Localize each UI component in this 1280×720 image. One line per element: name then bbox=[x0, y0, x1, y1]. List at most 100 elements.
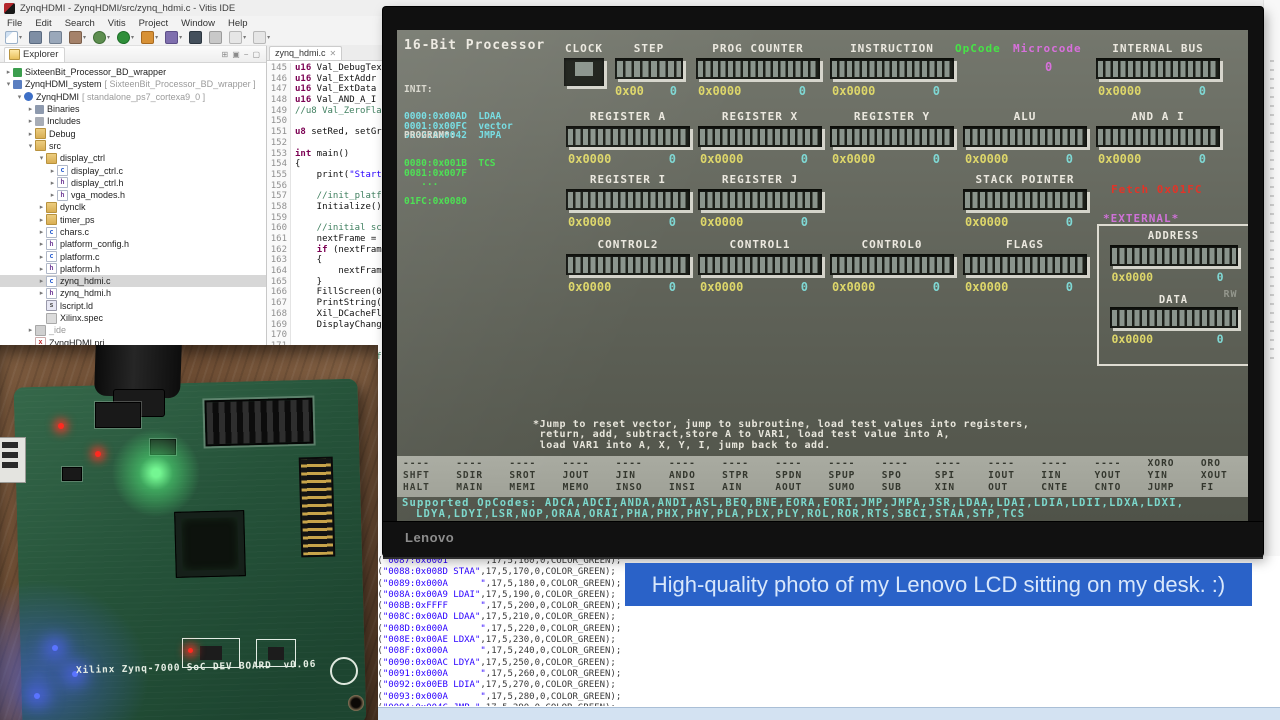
led-segments bbox=[1112, 248, 1236, 264]
supported-opcodes: Supported OpCodes: ADCA,ADCI,ANDA,ANDI,A… bbox=[402, 498, 1248, 520]
signal-label: JOUT bbox=[563, 470, 610, 482]
tree-item-platform-config-h[interactable]: ▸hplatform_config.h bbox=[0, 238, 266, 250]
toolbar-new-file-button[interactable]: ▾ bbox=[5, 31, 22, 44]
tree-item-ide[interactable]: ▸_ide bbox=[0, 324, 266, 336]
led-bar bbox=[830, 254, 954, 275]
tree-item-zynq-hdmi-c[interactable]: ▸czynq_hdmi.c bbox=[0, 275, 266, 287]
red-led bbox=[188, 648, 193, 653]
hex-value: 0x0000 bbox=[568, 215, 611, 229]
forward-icon bbox=[253, 31, 266, 44]
zynq-soc-chip bbox=[174, 510, 246, 578]
lenovo-logo: Lenovo bbox=[405, 530, 454, 545]
clock-led bbox=[575, 62, 593, 76]
code-text: int main() bbox=[295, 149, 349, 160]
editor-overview-ruler[interactable] bbox=[1263, 0, 1280, 556]
signal-label: SPDN bbox=[775, 470, 822, 482]
module-label: DATA bbox=[1159, 294, 1188, 306]
tree-item-zynq-hdmi-h[interactable]: ▸hzynq_hdmi.h bbox=[0, 287, 266, 299]
menu-search[interactable]: Search bbox=[65, 18, 95, 29]
tree-item-sixteenbit-processor-bd-wrapper[interactable]: ▸SixteenBit_Processor_BD_wrapper bbox=[0, 66, 266, 78]
led-bar bbox=[963, 189, 1087, 210]
tree-item-debug[interactable]: ▸Debug bbox=[0, 127, 266, 139]
menu-help[interactable]: Help bbox=[228, 18, 248, 29]
tree-item-display-ctrl[interactable]: ▾display_ctrl bbox=[0, 152, 266, 164]
code-text: //initial scr bbox=[295, 223, 387, 234]
explorer-tab[interactable]: Explorer bbox=[4, 47, 65, 62]
dec-value: 0 bbox=[670, 84, 677, 98]
code-line: g("0094:0x004C JMP ",17,5,290,0,COLOR_GR… bbox=[372, 703, 634, 706]
module-control1: CONTROL10x00000 bbox=[698, 238, 822, 294]
led-bar bbox=[1110, 307, 1238, 328]
toolbar-forward-button[interactable]: ▾ bbox=[253, 31, 270, 44]
tree-item-label: src bbox=[49, 141, 61, 151]
chevron-right-icon: ▸ bbox=[48, 179, 57, 187]
led-segments bbox=[1112, 310, 1236, 326]
toolbar-run-button[interactable]: ▾ bbox=[117, 31, 134, 44]
tree-item-zynqhdmi[interactable]: ▾ZynqHDMI[ standalone_ps7_cortexa9_0 ] bbox=[0, 91, 266, 103]
menu-project[interactable]: Project bbox=[139, 18, 169, 29]
hex-value: 0x0000 bbox=[832, 152, 875, 166]
code-text: Initialize(); bbox=[295, 202, 387, 213]
tree-item-zynqhdmi-system[interactable]: ▾ZynqHDMI_system[ SixteenBit_Processor_B… bbox=[0, 78, 266, 90]
blue-led bbox=[34, 693, 40, 699]
line-number: 150 bbox=[267, 116, 291, 127]
menu-file[interactable]: File bbox=[7, 18, 22, 29]
signal-label: ---- bbox=[509, 458, 556, 470]
toolbar-save-all-button[interactable] bbox=[49, 31, 62, 44]
toolbar-launch-button[interactable]: ▾ bbox=[165, 31, 182, 44]
tree-item-binaries[interactable]: ▸Binaries bbox=[0, 103, 266, 115]
signal-label: CNTO bbox=[1094, 482, 1141, 494]
view-menu-icon[interactable]: ⊞ bbox=[220, 50, 231, 59]
led-segments bbox=[568, 257, 688, 273]
dec-value: 0 bbox=[933, 280, 940, 294]
module-values: 0x00000 bbox=[1096, 79, 1220, 98]
toolbar-terminal-button[interactable] bbox=[189, 31, 202, 44]
maximize-icon[interactable]: ▢ bbox=[250, 50, 262, 59]
toolbar-profile-button[interactable]: ▾ bbox=[141, 31, 158, 44]
tree-item-vga-modes-h[interactable]: ▸hvga_modes.h bbox=[0, 189, 266, 201]
dropdown-caret-icon: ▾ bbox=[179, 34, 182, 41]
tree-item-dynclk[interactable]: ▸dynclk bbox=[0, 201, 266, 213]
tree-item-chars-c[interactable]: ▸cchars.c bbox=[0, 226, 266, 238]
signal-label: ---- bbox=[988, 458, 1035, 470]
line-number: 157 bbox=[267, 191, 291, 202]
signal-label: IOUT bbox=[988, 470, 1035, 482]
caption-banner: High-quality photo of my Lenovo LCD sitt… bbox=[625, 563, 1252, 606]
signal-label: SPUP bbox=[829, 470, 876, 482]
tree-item-timer-ps[interactable]: ▸timer_ps bbox=[0, 214, 266, 226]
toolbar-debug-button[interactable]: ▾ bbox=[93, 31, 110, 44]
toolbar-build-button[interactable]: ▾ bbox=[69, 31, 86, 44]
signal-label: XOUT bbox=[1201, 470, 1248, 482]
signal-label: SHFT bbox=[403, 470, 450, 482]
signal-label: SPI bbox=[935, 470, 982, 482]
tree-item-platform-h[interactable]: ▸hplatform.h bbox=[0, 263, 266, 275]
module-label: ALU bbox=[963, 110, 1087, 123]
menu-edit[interactable]: Edit bbox=[35, 18, 51, 29]
signal-label: ---- bbox=[722, 458, 769, 470]
hex-value: 0x0000 bbox=[1112, 332, 1154, 346]
signal-label: CNTE bbox=[1041, 482, 1088, 494]
toolbar-link-editor-button[interactable] bbox=[209, 31, 222, 44]
module-values: 0x00000 bbox=[566, 275, 690, 294]
minimize-icon[interactable]: − bbox=[242, 50, 251, 59]
tree-item-lscript-ld[interactable]: slscript.ld bbox=[0, 300, 266, 312]
module-values: 0x0000 0 bbox=[1110, 266, 1238, 284]
menu-window[interactable]: Window bbox=[181, 18, 215, 29]
tree-item-display-ctrl-h[interactable]: ▸hdisplay_ctrl.h bbox=[0, 177, 266, 189]
collapse-all-icon[interactable]: ▣ bbox=[230, 50, 242, 59]
tree-item-includes[interactable]: ▸Includes bbox=[0, 115, 266, 127]
editor-tab[interactable]: zynq_hdmi.c ✕ bbox=[269, 46, 342, 60]
toolbar-save-button[interactable] bbox=[29, 31, 42, 44]
led-segments bbox=[965, 257, 1085, 273]
tree-item-xilinx-spec[interactable]: Xilinx.spec bbox=[0, 312, 266, 324]
module-alu: ALU0x00000 bbox=[963, 110, 1087, 166]
menu-vitis[interactable]: Vitis bbox=[108, 18, 126, 29]
file-type-icon: c bbox=[46, 276, 57, 287]
bottom-status-bar bbox=[378, 707, 1280, 720]
tree-item-src[interactable]: ▾src bbox=[0, 140, 266, 152]
close-tab-icon[interactable]: ✕ bbox=[330, 49, 337, 58]
tree-item-platform-c[interactable]: ▸cplatform.c bbox=[0, 250, 266, 262]
tree-item-display-ctrl-c[interactable]: ▸cdisplay_ctrl.c bbox=[0, 164, 266, 176]
project-tree: ▸SixteenBit_Processor_BD_wrapper▾ZynqHDM… bbox=[0, 63, 266, 349]
toolbar-back-button[interactable]: ▾ bbox=[229, 31, 246, 44]
